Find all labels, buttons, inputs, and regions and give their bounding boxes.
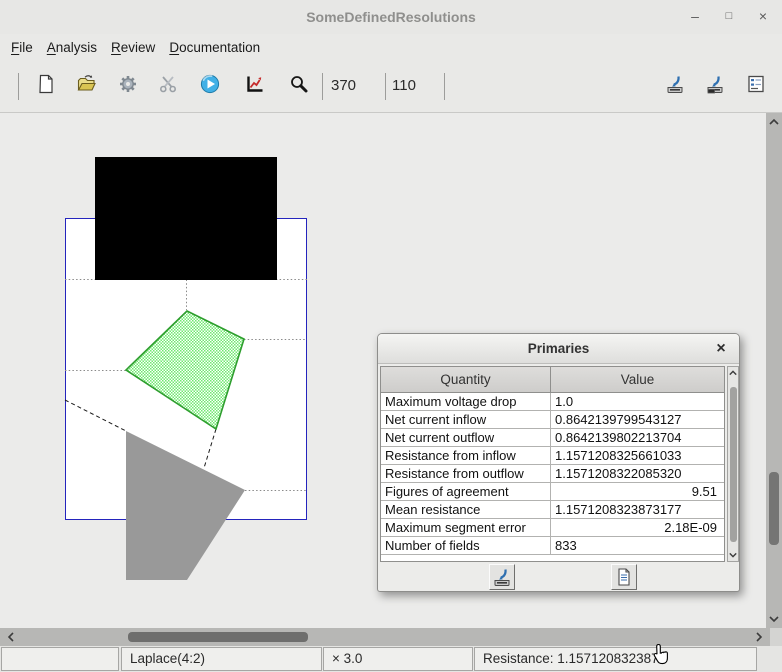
toolbar-separator	[18, 73, 19, 100]
black-rectangle[interactable]	[95, 157, 277, 280]
table-row[interactable]: Net current outflow0.8642139802213704	[381, 429, 724, 447]
cut-button[interactable]	[158, 74, 178, 94]
gear-icon	[118, 74, 138, 94]
scroll-right-icon[interactable]	[754, 632, 764, 642]
menu-item-documentation[interactable]: Documentation	[162, 34, 267, 62]
dialog-title: Primaries	[378, 334, 739, 364]
horizontal-scroll-thumb[interactable]	[128, 632, 308, 642]
export-tray-device-icon	[705, 74, 725, 94]
zoom-button[interactable]	[289, 74, 309, 94]
primaries-dialog[interactable]: Primaries × Quantity Value Maximum volta…	[377, 333, 740, 592]
table-row[interactable]: Resistance from inflow1.1571208325661033	[381, 447, 724, 465]
new-document-button[interactable]	[36, 74, 56, 94]
value-column-header[interactable]: Value	[551, 367, 724, 392]
table-row[interactable]: Resistance from outflow1.157120832208532…	[381, 465, 724, 483]
menu-item-analysis[interactable]: Analysis	[40, 34, 104, 62]
status-panel-empty	[1, 647, 119, 671]
menu-item-review[interactable]: Review	[104, 34, 162, 62]
scrollbar-corner	[770, 628, 782, 646]
table-row[interactable]: Maximum voltage drop1.0	[381, 393, 724, 411]
dialog-scrollbar[interactable]	[727, 366, 739, 562]
scroll-left-icon[interactable]	[6, 632, 16, 642]
toolbar-separator	[385, 73, 386, 100]
table-header-row: Quantity Value	[381, 367, 724, 393]
open-file-button[interactable]	[76, 74, 96, 94]
dialog-titlebar[interactable]: Primaries ×	[378, 334, 739, 364]
toolbar-separator	[444, 73, 445, 100]
quantity-cell: Mean resistance	[381, 501, 551, 518]
document-copy-icon	[614, 567, 634, 587]
primaries-table: Quantity Value Maximum voltage drop1.0Ne…	[380, 366, 725, 562]
status-panel-scale: × 3.0	[323, 647, 473, 671]
window-title: SomeDefinedResolutions	[0, 0, 782, 34]
vertical-scroll-thumb[interactable]	[769, 472, 779, 545]
play-icon	[200, 74, 220, 94]
form-list-icon	[746, 74, 766, 94]
quantity-cell: Number of fields	[381, 537, 551, 554]
export-tray-icon	[492, 567, 512, 587]
value-cell: 1.1571208322085320	[551, 465, 724, 482]
quantity-cell: Figures of agreement	[381, 483, 551, 500]
application-window: SomeDefinedResolutions – □ × FileAnalysi…	[0, 0, 782, 672]
value-cell: 2.18E-09	[551, 519, 724, 536]
toolbar: 370 110	[0, 62, 782, 113]
scroll-up-icon[interactable]	[728, 369, 738, 377]
quantity-cell: Resistance from inflow	[381, 447, 551, 464]
settings-button[interactable]	[118, 74, 138, 94]
table-row[interactable]: Number of fields833	[381, 537, 724, 555]
quantity-cell: Net current inflow	[381, 411, 551, 428]
status-panel-resistance: Resistance: 1.157120832387	[474, 647, 757, 671]
table-row[interactable]: Maximum segment error2.18E-09	[381, 519, 724, 537]
results-chart-button[interactable]	[245, 74, 265, 94]
new-document-icon	[36, 74, 56, 94]
table-row[interactable]: Net current inflow0.8642139799543127	[381, 411, 724, 429]
copy-report-button[interactable]	[611, 564, 637, 590]
quantity-cell: Maximum voltage drop	[381, 393, 551, 410]
dialog-scroll-thumb[interactable]	[730, 387, 737, 542]
export-tray-icon	[665, 74, 685, 94]
table-row[interactable]: Figures of agreement9.51	[381, 483, 724, 501]
export-button[interactable]	[665, 74, 685, 94]
export-button[interactable]	[489, 564, 515, 590]
value-cell: 0.8642139799543127	[551, 411, 724, 428]
mouse-cursor-hand-icon	[649, 643, 673, 669]
quantity-cell: Maximum segment error	[381, 519, 551, 536]
primaries-table-rows: Maximum voltage drop1.0Net current inflo…	[381, 393, 724, 555]
fields-form-button[interactable]	[746, 74, 766, 94]
scroll-up-icon[interactable]	[768, 117, 780, 127]
value-cell: 0.8642139802213704	[551, 429, 724, 446]
maximize-button[interactable]: □	[718, 0, 740, 32]
toolbar-separator	[322, 73, 323, 100]
toolbar-readout-1: 370	[331, 75, 356, 97]
status-panel-solver: Laplace(4:2)	[121, 647, 322, 671]
dialog-close-button[interactable]: ×	[711, 334, 731, 363]
scroll-down-icon[interactable]	[728, 551, 738, 559]
menu-item-file[interactable]: File	[4, 34, 40, 62]
scroll-down-icon[interactable]	[768, 614, 780, 624]
close-button[interactable]: ×	[752, 0, 774, 32]
open-folder-icon	[76, 74, 96, 94]
value-cell: 1.1571208323873177	[551, 501, 724, 518]
quantity-column-header[interactable]: Quantity	[381, 367, 551, 392]
quantity-cell: Net current outflow	[381, 429, 551, 446]
menubar-items: FileAnalysisReviewDocumentation	[0, 34, 782, 62]
table-row[interactable]: Mean resistance1.1571208323873177	[381, 501, 724, 519]
scissors-icon	[158, 74, 178, 94]
search-icon	[289, 74, 309, 94]
minimize-button[interactable]: –	[684, 0, 706, 32]
value-cell: 833	[551, 537, 724, 554]
value-cell: 1.1571208325661033	[551, 447, 724, 464]
vertical-scrollbar[interactable]	[766, 113, 782, 628]
value-cell: 1.0	[551, 393, 724, 410]
dialog-button-bar	[378, 564, 739, 591]
toolbar-readout-2: 110	[392, 75, 416, 97]
chart-icon	[245, 74, 265, 94]
value-cell: 9.51	[551, 483, 724, 500]
run-button[interactable]	[200, 74, 220, 94]
quantity-cell: Resistance from outflow	[381, 465, 551, 482]
export-device-button[interactable]	[705, 74, 725, 94]
window-titlebar[interactable]: SomeDefinedResolutions – □ ×	[0, 0, 782, 34]
